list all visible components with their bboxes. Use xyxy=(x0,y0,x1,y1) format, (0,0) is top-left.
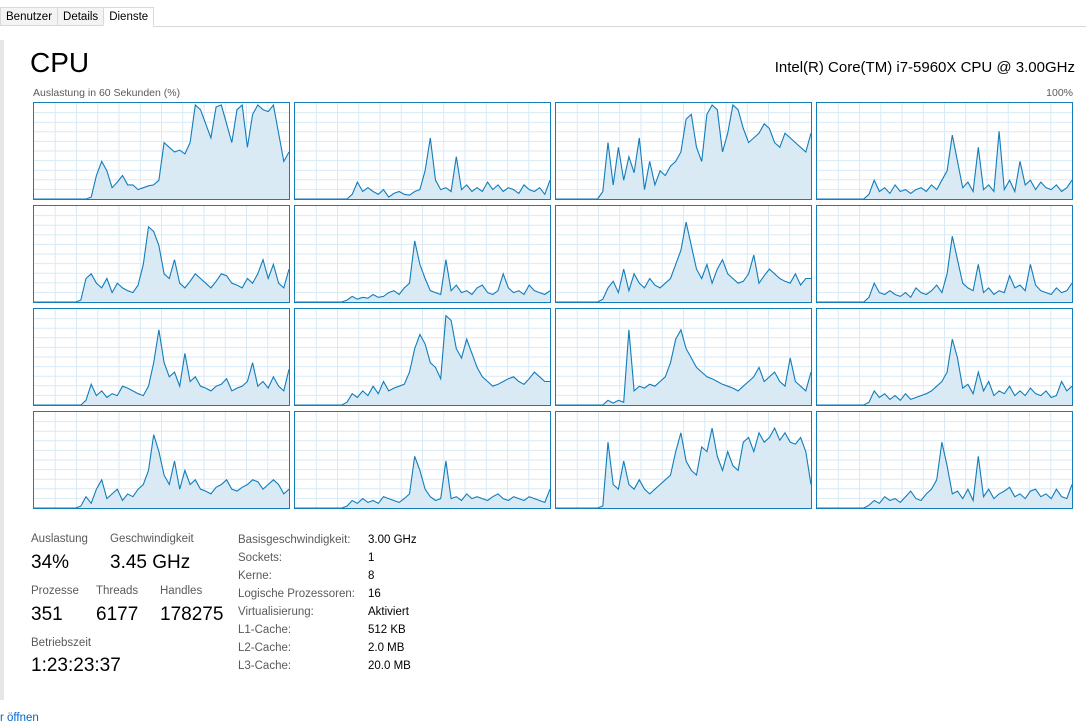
detail-key: L2-Cache: xyxy=(238,642,292,654)
core-graph-svg xyxy=(817,206,1072,302)
detail-value: 16 xyxy=(368,588,381,600)
core-graph-svg xyxy=(295,412,550,508)
core-graph xyxy=(33,205,290,303)
detail-value: 1 xyxy=(368,552,375,564)
graph-max-label: 100% xyxy=(1046,87,1073,99)
tab-divider xyxy=(153,26,1086,27)
sidebar-scrollbar[interactable] xyxy=(0,40,4,700)
tab-details[interactable]: Details xyxy=(57,7,104,26)
detail-value: 3.00 GHz xyxy=(368,534,417,546)
core-graph xyxy=(33,102,290,200)
core-graph xyxy=(555,308,812,406)
graph-label: Auslastung in 60 Sekunden (%) xyxy=(33,87,181,99)
page-title: CPU xyxy=(30,47,90,78)
detail-key: Basisgeschwindigkeit: xyxy=(238,534,351,546)
core-graph-svg xyxy=(556,206,811,302)
threads-label: Threads xyxy=(96,585,139,597)
core-graph xyxy=(294,308,551,406)
core-graph xyxy=(816,308,1073,406)
core-graph-svg xyxy=(556,309,811,405)
open-resource-monitor-link[interactable]: r öffnen xyxy=(0,712,39,724)
uptime-value: 1:23:23:37 xyxy=(31,655,121,676)
core-graph-svg xyxy=(34,103,289,199)
core-graph xyxy=(555,411,812,509)
core-graph-svg xyxy=(295,206,550,302)
tab-bar: Benutzer Details Dienste xyxy=(0,7,155,27)
speed-label: Geschwindigkeit xyxy=(110,533,194,545)
core-graph-svg xyxy=(817,309,1072,405)
core-graph-svg xyxy=(556,103,811,199)
handles-value: 178275 xyxy=(160,604,224,625)
detail-value: 512 KB xyxy=(368,624,406,636)
detail-value: 2.0 MB xyxy=(368,642,405,654)
detail-key: Virtualisierung: xyxy=(238,606,314,618)
detail-value: 20.0 MB xyxy=(368,660,411,672)
core-graph xyxy=(33,308,290,406)
tab-users[interactable]: Benutzer xyxy=(0,7,58,26)
detail-value: Aktiviert xyxy=(368,606,409,618)
handles-label: Handles xyxy=(160,585,203,597)
core-graph-svg xyxy=(817,103,1072,199)
detail-value: 8 xyxy=(368,570,375,582)
speed-value: 3.45 GHz xyxy=(110,552,191,573)
core-graph-svg xyxy=(34,309,289,405)
tab-services[interactable]: Dienste xyxy=(103,7,155,26)
cpu-model: Intel(R) Core(TM) i7-5960X CPU @ 3.00GHz xyxy=(774,59,1075,76)
core-graph-svg xyxy=(34,206,289,302)
threads-value: 6177 xyxy=(96,604,139,625)
uptime-label: Betriebszeit xyxy=(31,637,92,649)
core-graph xyxy=(555,205,812,303)
detail-key: L1-Cache: xyxy=(238,624,292,636)
core-graph-svg xyxy=(34,412,289,508)
core-graph xyxy=(294,102,551,200)
core-graph-svg xyxy=(295,309,550,405)
processes-label: Prozesse xyxy=(31,585,79,597)
processes-value: 351 xyxy=(31,604,63,625)
detail-key: Logische Prozessoren: xyxy=(238,588,355,600)
core-graph xyxy=(555,102,812,200)
core-graph xyxy=(816,102,1073,200)
core-graph xyxy=(816,411,1073,509)
detail-key: Sockets: xyxy=(238,552,283,564)
core-graph-svg xyxy=(556,412,811,508)
detail-key: L3-Cache: xyxy=(238,660,292,672)
utilization-value: 34% xyxy=(31,552,70,573)
core-graph xyxy=(816,205,1073,303)
core-graph-svg xyxy=(295,103,550,199)
core-graph-svg xyxy=(817,412,1072,508)
core-graph xyxy=(294,205,551,303)
core-graph xyxy=(33,411,290,509)
core-graphs-grid xyxy=(33,102,1073,509)
core-graph xyxy=(294,411,551,509)
detail-key: Kerne: xyxy=(238,570,272,582)
utilization-label: Auslastung xyxy=(31,533,88,545)
